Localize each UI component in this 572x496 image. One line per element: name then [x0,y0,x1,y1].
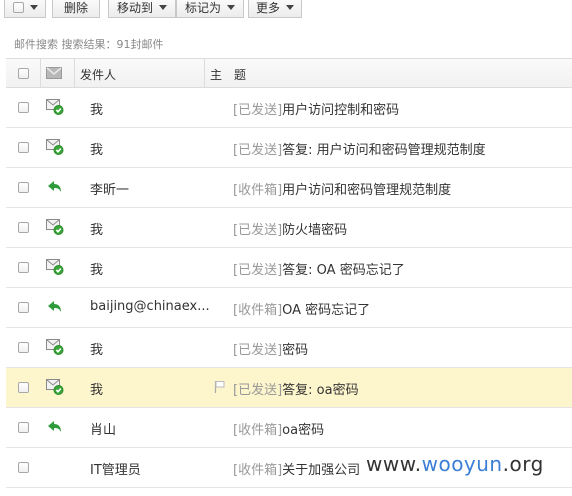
subject-text: oa密码 [282,423,325,438]
flag-icon[interactable] [214,380,226,398]
row-checkbox[interactable] [18,462,29,473]
folder-tag: [已发送] [233,343,283,358]
sent-mail-icon [46,258,64,276]
sender-name[interactable]: 肖山 [90,419,116,438]
sender-name[interactable]: baijing@chinaex... [90,299,210,314]
mark-as-button[interactable]: 标记为 [176,0,244,18]
sender-name[interactable]: 李昕一 [90,179,129,198]
sender-name[interactable]: 我 [90,379,103,398]
subject-text: 答复: OA 密码忘记了 [282,263,405,278]
subject-link[interactable]: [收件箱]OA 密码忘记了 [233,299,370,318]
move-to-button[interactable]: 移动到 [108,0,176,18]
row-checkbox[interactable] [18,342,29,353]
folder-tag: [已发送] [233,383,283,398]
sent-mail-icon [46,98,64,116]
header-select-checkbox[interactable] [18,68,29,79]
sent-mail-icon [46,338,64,356]
reply-arrow-icon [46,298,64,316]
row-checkbox[interactable] [18,422,29,433]
mail-list-header: 发件人 主 题 [6,58,572,88]
subject-link[interactable]: [已发送]答复: 用户访问和密码管理规范制度 [233,139,486,158]
chevron-down-icon [286,5,294,10]
mail-row[interactable]: 我 [已发送]防火墙密码 [6,208,572,248]
sent-mail-icon [46,138,64,156]
column-divider [40,59,41,87]
row-checkbox[interactable] [18,382,29,393]
subject-link[interactable]: [收件箱]oa密码 [233,419,324,438]
mail-row[interactable]: baijing@chinaex... [收件箱]OA 密码忘记了 [6,288,572,328]
folder-tag: [收件箱] [233,303,283,318]
folder-tag: [已发送] [233,143,283,158]
row-checkbox[interactable] [18,182,29,193]
folder-tag: [已发送] [233,263,283,278]
row-checkbox[interactable] [18,262,29,273]
subject-link[interactable]: [已发送]答复: oa密码 [233,379,359,398]
column-divider [204,59,205,87]
subject-link[interactable]: [收件箱]用户访问和密码管理规范制度 [233,179,451,198]
folder-tag: [已发送] [233,103,283,118]
subject-text: 答复: 用户访问和密码管理规范制度 [282,143,486,158]
watermark-part: .org [502,452,544,476]
subject-link[interactable]: [已发送]防火墙密码 [233,219,347,238]
reply-arrow-icon [46,178,64,196]
sender-name[interactable]: 我 [90,219,103,238]
reply-arrow-icon [46,418,64,436]
subject-link[interactable]: [已发送]密码 [233,339,308,358]
watermark-part: wooyun [421,452,503,476]
row-checkbox[interactable] [18,142,29,153]
delete-button[interactable]: 删除 [52,0,100,18]
mark-as-label: 标记为 [184,1,221,15]
sender-name[interactable]: IT管理员 [90,459,141,478]
subject-text: OA 密码忘记了 [282,303,371,318]
move-to-label: 移动到 [116,1,153,15]
subject-text: 防火墙密码 [282,223,348,238]
row-checkbox[interactable] [18,222,29,233]
mail-row[interactable]: 李昕一 [收件箱]用户访问和密码管理规范制度 [6,168,572,208]
mail-row[interactable]: 我 [已发送]密码 [6,328,572,368]
sender-column-header[interactable]: 发件人 [80,66,116,83]
subject-column-header[interactable]: 主 题 [210,66,246,83]
mail-row[interactable]: 肖山 [收件箱]oa密码 [6,408,572,448]
subject-text: 答复: oa密码 [282,383,359,398]
folder-tag: [收件箱] [233,463,283,478]
sender-name[interactable]: 我 [90,259,103,278]
sent-mail-icon [46,378,64,396]
search-result-summary: 邮件搜索 搜索结果：91封邮件 [14,38,164,51]
sender-name[interactable]: 我 [90,339,103,358]
chevron-down-icon [227,5,235,10]
mail-type-column-icon[interactable] [46,67,62,82]
subject-link[interactable]: [已发送]答复: OA 密码忘记了 [233,259,405,278]
select-all-checkbox[interactable] [12,2,24,13]
mail-row[interactable]: 我 [已发送]答复: OA 密码忘记了 [6,248,572,288]
subject-link[interactable]: [收件箱]关于加强公司 [233,459,360,478]
folder-tag: [收件箱] [233,423,283,438]
mail-row[interactable]: 我 [已发送]用户访问控制和密码 [6,88,572,128]
sender-name[interactable]: 我 [90,139,103,158]
subject-text: 关于加强公司 [282,463,361,478]
subject-text: 密码 [282,343,309,358]
subject-text: 用户访问控制和密码 [282,103,400,118]
subject-link[interactable]: [已发送]用户访问控制和密码 [233,99,399,118]
more-button[interactable]: 更多 [248,0,302,18]
watermark-text: www.wooyun.org [366,452,544,476]
folder-tag: [已发送] [233,223,283,238]
toolbar: 删除 移动到 标记为 更多 [0,0,572,20]
more-label: 更多 [255,1,280,15]
row-checkbox[interactable] [18,302,29,313]
mail-row[interactable]: 我 [已发送]答复: oa密码 [6,368,572,408]
folder-tag: [收件箱] [233,183,283,198]
select-all-dropdown[interactable] [4,0,46,18]
subject-text: 用户访问和密码管理规范制度 [282,183,452,198]
column-divider [74,59,75,87]
row-checkbox[interactable] [18,102,29,113]
mail-row[interactable]: 我 [已发送]答复: 用户访问和密码管理规范制度 [6,128,572,168]
sender-name[interactable]: 我 [90,99,103,118]
watermark-part: www. [366,452,422,476]
chevron-down-icon [29,5,38,10]
sent-mail-icon [46,218,64,236]
chevron-down-icon [159,5,167,10]
delete-button-label: 删除 [63,1,88,15]
